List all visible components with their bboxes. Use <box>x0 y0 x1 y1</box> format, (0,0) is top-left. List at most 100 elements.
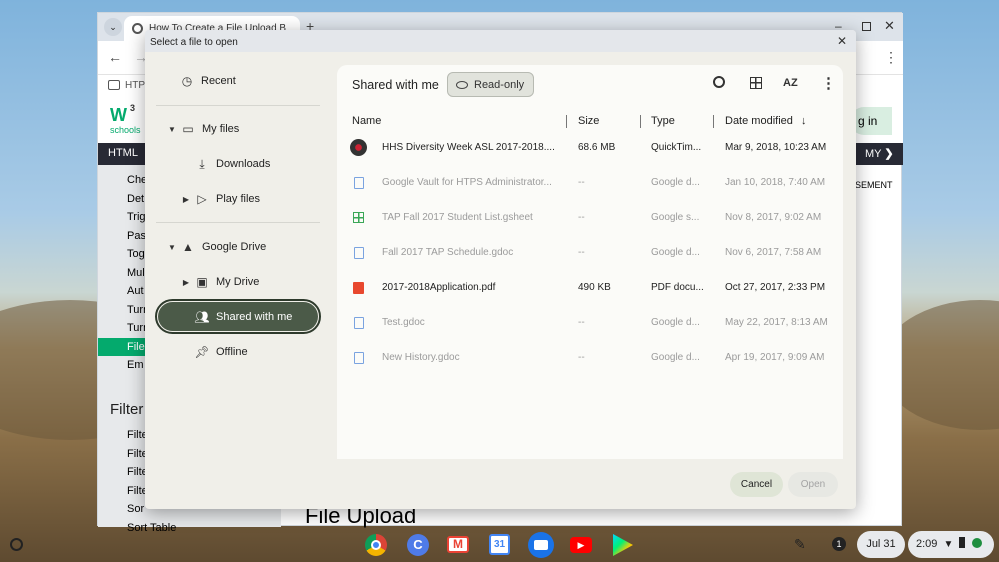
file-picker-dialog: Select a file to open ✕ ◷ Recent ▼ ▭ My fil… <box>145 30 856 509</box>
nav-google-drive[interactable]: ▼ ▲ Google Drive <box>167 231 266 263</box>
filter-heading: Filter <box>110 401 144 418</box>
dialog-close-icon[interactable]: ✕ <box>837 34 847 48</box>
w3schools-logo[interactable]: W 3 schools <box>110 103 142 137</box>
collapse-arrow-icon[interactable]: ▶ <box>181 195 191 204</box>
expand-arrow-icon[interactable]: ▼ <box>167 243 177 252</box>
column-date-modified[interactable]: Date modified ↓ <box>725 113 806 129</box>
file-size: -- <box>578 177 585 188</box>
notification-badge[interactable]: 1 <box>832 537 846 551</box>
video-thumbnail <box>350 139 367 156</box>
expand-arrow-icon[interactable]: ▼ <box>167 125 177 134</box>
cancel-button[interactable]: Cancel <box>730 472 783 497</box>
file-date: Nov 8, 2017, 9:02 AM <box>725 212 822 223</box>
file-name: Test.gdoc <box>382 317 425 328</box>
sign-in-button[interactable]: g in <box>850 107 892 135</box>
file-size: -- <box>578 212 585 223</box>
tab-search-button[interactable]: ⌄ <box>104 18 122 36</box>
file-name: Fall 2017 TAP Schedule.gdoc <box>382 247 514 258</box>
people-icon: 👥︎ <box>194 309 210 324</box>
file-row[interactable]: Fall 2017 TAP Schedule.gdoc -- Google d...… <box>337 235 843 270</box>
collapse-arrow-icon[interactable]: ▶ <box>181 278 191 287</box>
sort-az-icon[interactable]: AZ <box>783 77 798 89</box>
file-type: Google d... <box>651 177 700 188</box>
file-type: Google d... <box>651 352 700 363</box>
pdf-icon <box>350 279 367 296</box>
nav-right-text: SEMENT <box>855 180 893 190</box>
breadcrumb[interactable]: Shared with me <box>352 78 439 92</box>
calendar-app-icon[interactable]: 31 <box>489 534 510 555</box>
column-separator[interactable] <box>640 115 641 128</box>
nav-downloads[interactable]: ⤓ Downloads <box>195 148 270 180</box>
nav-my-label: MY <box>865 148 882 160</box>
nav-downloads-label: Downloads <box>216 158 271 170</box>
w3-logo-text: schools <box>110 125 141 135</box>
status-area[interactable]: 2:09 ▼ <box>908 531 994 558</box>
column-name[interactable]: Name <box>352 113 381 129</box>
chrome-app-icon[interactable] <box>365 534 387 556</box>
read-only-badge: Read-only <box>447 72 534 97</box>
file-date: Jan 10, 2018, 7:40 AM <box>725 177 826 188</box>
back-icon[interactable]: ← <box>108 49 122 65</box>
file-row[interactable]: Test.gdoc -- Google d... May 22, 2017, 8:13… <box>337 305 843 340</box>
column-separator[interactable] <box>713 115 714 128</box>
grid-view-icon[interactable] <box>750 77 762 89</box>
nav-offline[interactable]: 📌︎ Offline <box>194 336 247 368</box>
column-date-label: Date modified <box>725 115 793 127</box>
file-row[interactable]: Google Vault for HTPS Administrator... --… <box>337 165 843 200</box>
gdoc-icon <box>350 174 367 191</box>
drive-folder-icon: ▣ <box>196 275 208 289</box>
clock-time: 2:09 <box>916 538 938 550</box>
stylus-icon[interactable]: ✎ <box>794 536 806 553</box>
files-app-icon[interactable] <box>528 532 554 558</box>
nav-recent[interactable]: ◷ Recent <box>180 65 236 97</box>
w3-favicon-icon <box>132 23 143 34</box>
eye-icon <box>456 80 468 89</box>
date-pill[interactable]: Jul 31 <box>857 531 905 558</box>
play-store-app-icon[interactable] <box>613 534 633 556</box>
laptop-icon: ▭ <box>182 122 194 136</box>
more-options-icon[interactable]: ⋮ <box>821 74 836 92</box>
file-row[interactable]: TAP Fall 2017 Student List.gsheet -- Googl… <box>337 200 843 235</box>
column-type[interactable]: Type <box>651 113 675 129</box>
nav-play-files-label: Play files <box>216 193 261 205</box>
gmail-app-icon[interactable]: M <box>447 536 469 553</box>
close-window-icon[interactable]: ✕ <box>884 18 895 34</box>
file-type: Google d... <box>651 317 700 328</box>
search-icon[interactable] <box>713 76 725 88</box>
dialog-title: Select a file to open <box>150 37 238 48</box>
column-size[interactable]: Size <box>578 113 599 129</box>
file-name: TAP Fall 2017 Student List.gsheet <box>382 212 533 223</box>
nav-my-drive[interactable]: ▶ ▣ My Drive <box>181 266 259 298</box>
file-name: HHS Diversity Week ASL 2017-2018.... <box>382 142 555 153</box>
file-size: 490 KB <box>578 282 611 293</box>
nav-divider <box>156 222 320 223</box>
launcher-icon[interactable] <box>10 538 23 551</box>
browser-menu-icon[interactable]: ⋮ <box>884 49 898 66</box>
maximize-icon[interactable] <box>862 22 871 31</box>
nav-recent-label: Recent <box>201 75 236 87</box>
system-shelf: C M 31 ▶ ✎ 1 Jul 31 2:09 ▼ <box>0 527 999 562</box>
nav-my-files[interactable]: ▼ ▭ My files <box>167 113 239 145</box>
read-only-label: Read-only <box>474 78 525 91</box>
youtube-app-icon[interactable]: ▶ <box>570 537 592 553</box>
gsheet-icon <box>350 209 367 226</box>
battery-icon <box>959 537 966 548</box>
canvas-app-icon[interactable]: C <box>407 534 429 556</box>
file-row[interactable]: New History.gdoc -- Google d... Apr 19, 201… <box>337 340 843 375</box>
nav-html[interactable]: HTML <box>108 147 138 159</box>
file-size: 68.6 MB <box>578 142 616 153</box>
nav-shared-with-me-label: Shared with me <box>216 310 293 323</box>
nav-play-files[interactable]: ▶ ▷ Play files <box>181 183 260 215</box>
file-name: 2017-2018Application.pdf <box>382 282 496 293</box>
navigation-pane: ◷ Recent ▼ ▭ My files ⤓ Downloads ▶ ▷ Play fil… <box>145 52 337 509</box>
open-button[interactable]: Open <box>788 472 838 497</box>
date-label: Jul 31 <box>866 538 896 550</box>
nav-shared-with-me[interactable]: 👥︎ Shared with me <box>155 299 321 334</box>
wifi-icon: ▼ <box>943 539 954 550</box>
file-row[interactable]: HHS Diversity Week ASL 2017-2018.... 68.6… <box>337 130 843 165</box>
column-separator[interactable] <box>566 115 567 128</box>
play-store-icon: ▷ <box>197 192 207 206</box>
file-row[interactable]: 2017-2018Application.pdf 490 KB PDF docu..… <box>337 270 843 305</box>
nav-my[interactable]: MY ❯ <box>865 147 894 160</box>
nav-divider <box>156 105 320 106</box>
